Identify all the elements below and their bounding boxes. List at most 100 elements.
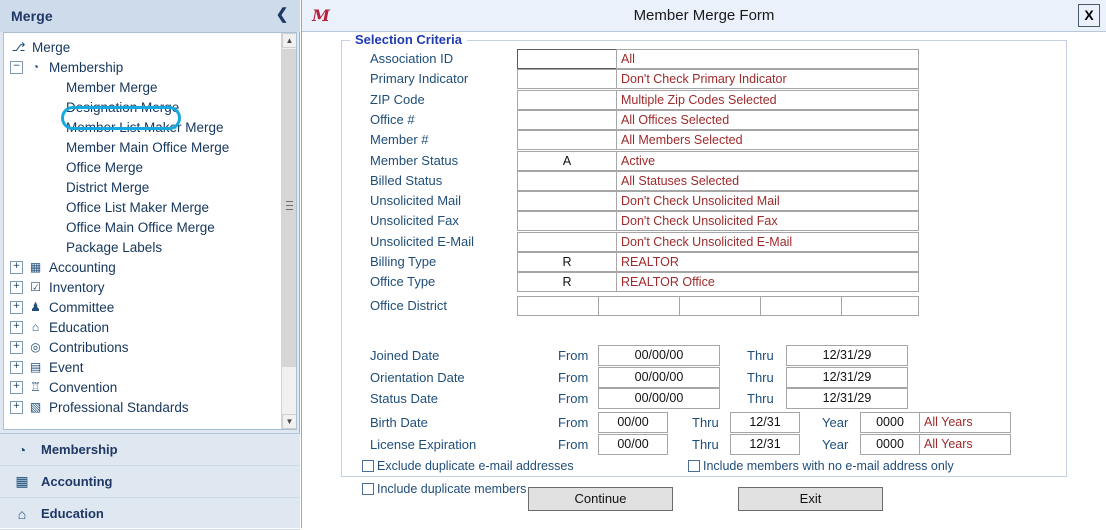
date-thru-input[interactable]: 12/31/29 (786, 388, 908, 409)
tree-item-convention[interactable]: + ♖ Convention (4, 377, 282, 397)
tree-item-office-list-maker-merge[interactable]: Office List Maker Merge (4, 197, 282, 217)
date-from-input[interactable]: 00/00/00 (598, 388, 720, 409)
year-thru-input[interactable]: 12/31 (730, 433, 800, 455)
tree-item-education[interactable]: + ⌂ Education (4, 317, 282, 337)
criteria-code-input[interactable] (517, 109, 617, 130)
scrollbar-thumb[interactable] (282, 49, 296, 367)
year-description-value[interactable]: All Years (919, 412, 1011, 433)
tree-item-contributions[interactable]: + ◎ Contributions (4, 337, 282, 357)
year-from-input[interactable]: 00/00 (598, 412, 668, 433)
thru-label: Thru (747, 369, 774, 385)
year-range-row: Birth Date From 00/00 Thru 12/31 Year 0000 All … (302, 412, 1106, 433)
criteria-row: Unsolicited Mail Don't Check Unsolicited … (302, 191, 1106, 212)
tree-item-label: District Merge (66, 179, 150, 195)
scroll-up-button[interactable]: ▲ (282, 33, 296, 48)
expand-icon[interactable]: + (10, 380, 23, 394)
office-district-cell-5[interactable] (841, 295, 919, 316)
module-button-accounting[interactable]: ▦ Accounting (0, 466, 300, 498)
criteria-code-input[interactable] (517, 191, 617, 212)
criteria-description-value[interactable]: Don't Check Unsolicited Mail (616, 191, 919, 212)
scroll-down-button[interactable]: ▼ (282, 414, 296, 429)
collapse-panel-icon[interactable]: ❮ (274, 6, 290, 24)
expand-icon[interactable]: + (10, 300, 23, 314)
collapse-icon[interactable]: − (10, 60, 23, 74)
expand-icon[interactable]: + (10, 400, 23, 414)
criteria-code-input[interactable] (517, 170, 617, 191)
criteria-description-value[interactable]: All Statuses Selected (616, 170, 919, 191)
tree-item-event[interactable]: + ▤ Event (4, 357, 282, 377)
checkbox-input[interactable] (362, 483, 374, 495)
tree-item-member-main-office-merge[interactable]: Member Main Office Merge (4, 137, 282, 157)
checkbox-input[interactable] (688, 460, 700, 472)
tree-item-label: Package Labels (66, 239, 163, 255)
criteria-description-value[interactable]: Don't Check Unsolicited E-Mail (616, 231, 919, 252)
expand-icon[interactable]: + (10, 360, 23, 374)
tree-item-package-labels[interactable]: Package Labels (4, 237, 282, 257)
tree-item-membership[interactable]: − ◔ Membership (4, 57, 282, 77)
criteria-code-input[interactable] (517, 49, 617, 69)
tree-item-member-merge[interactable]: Member Merge (4, 77, 282, 97)
date-from-input[interactable]: 00/00/00 (598, 366, 720, 388)
year-input[interactable]: 0000 (860, 433, 920, 455)
checkbox-row[interactable]: Include duplicate members (362, 480, 526, 498)
tree-item-member-list-maker-merge[interactable]: Member List Maker Merge (4, 117, 282, 137)
continue-button[interactable]: Continue (528, 487, 673, 511)
expand-icon[interactable]: + (10, 280, 23, 294)
year-from-input[interactable]: 00/00 (598, 433, 668, 455)
criteria-description-value[interactable]: All (616, 49, 919, 69)
office-district-cell-2[interactable] (598, 295, 680, 316)
office-district-cell-1[interactable] (517, 295, 599, 316)
close-icon[interactable]: X (1078, 4, 1100, 27)
tree-item-label: Member Merge (66, 79, 158, 95)
checkbox-row[interactable]: Exclude duplicate e-mail addresses (362, 457, 574, 475)
module-button-education[interactable]: ⌂ Education (0, 498, 300, 530)
tree-item-designation-merge[interactable]: Designation Merge (4, 97, 282, 117)
tree-item-office-merge[interactable]: Office Merge (4, 157, 282, 177)
date-from-input[interactable]: 00/00/00 (598, 345, 720, 366)
criteria-code-input[interactable]: R (517, 272, 617, 293)
office-district-cell-3[interactable] (679, 295, 761, 316)
module-button-membership[interactable]: ◔ Membership (0, 434, 300, 466)
criteria-description-value[interactable]: Don't Check Unsolicited Fax (616, 211, 919, 232)
checkbox-input[interactable] (362, 460, 374, 472)
year-description-value[interactable]: All Years (919, 433, 1011, 455)
exit-button[interactable]: Exit (738, 487, 883, 511)
tree-item-merge[interactable]: ⎇ Merge (4, 37, 282, 57)
tree-container: ⎇ Merge − ◔ Membership Member Merge Designatio… (3, 32, 297, 430)
criteria-description-value[interactable]: All Members Selected (616, 130, 919, 151)
tree-item-professional-standards[interactable]: + ▧ Professional Standards (4, 397, 282, 417)
expand-icon[interactable]: + (10, 260, 23, 274)
tree-item-committee[interactable]: + ♟ Committee (4, 297, 282, 317)
criteria-code-input[interactable] (517, 211, 617, 232)
criteria-code-input[interactable] (517, 89, 617, 110)
tree-item-accounting[interactable]: + ▦ Accounting (4, 257, 282, 277)
criteria-description-value[interactable]: Active (616, 150, 919, 171)
criteria-description-value[interactable]: All Offices Selected (616, 109, 919, 130)
criteria-code-input[interactable]: R (517, 252, 617, 272)
tree-item-office-main-office-merge[interactable]: Office Main Office Merge (4, 217, 282, 237)
expand-icon[interactable]: + (10, 340, 23, 354)
office-district-cell-4[interactable] (760, 295, 842, 316)
criteria-description-value[interactable]: REALTOR (616, 252, 919, 272)
criteria-code-input[interactable] (517, 130, 617, 151)
tree-item-label: Member Main Office Merge (66, 139, 230, 155)
date-thru-input[interactable]: 12/31/29 (786, 366, 908, 388)
date-range-row: Orientation Date From 00/00/00 Thru 12/31/29 (302, 366, 1106, 388)
tree-scrollbar[interactable]: ▲ ▼ (281, 33, 296, 429)
year-thru-input[interactable]: 12/31 (730, 412, 800, 433)
tree-item-inventory[interactable]: + ☑ Inventory (4, 277, 282, 297)
criteria-code-input[interactable] (517, 69, 617, 90)
expand-icon[interactable]: + (10, 320, 23, 334)
calculator-icon: ▦ (29, 260, 42, 274)
year-input[interactable]: 0000 (860, 412, 920, 433)
criteria-description-value[interactable]: REALTOR Office (616, 272, 919, 293)
thru-label: Thru (747, 391, 774, 406)
tree-item-district-merge[interactable]: District Merge (4, 177, 282, 197)
criteria-code-input[interactable]: A (517, 150, 617, 171)
date-thru-input[interactable]: 12/31/29 (786, 345, 908, 366)
people-group-icon: ♟ (30, 300, 41, 314)
criteria-code-input[interactable] (517, 231, 617, 252)
criteria-description-value[interactable]: Multiple Zip Codes Selected (616, 89, 919, 110)
checkbox-row[interactable]: Include members with no e-mail address o… (688, 457, 954, 475)
criteria-description-value[interactable]: Don't Check Primary Indicator (616, 69, 919, 90)
